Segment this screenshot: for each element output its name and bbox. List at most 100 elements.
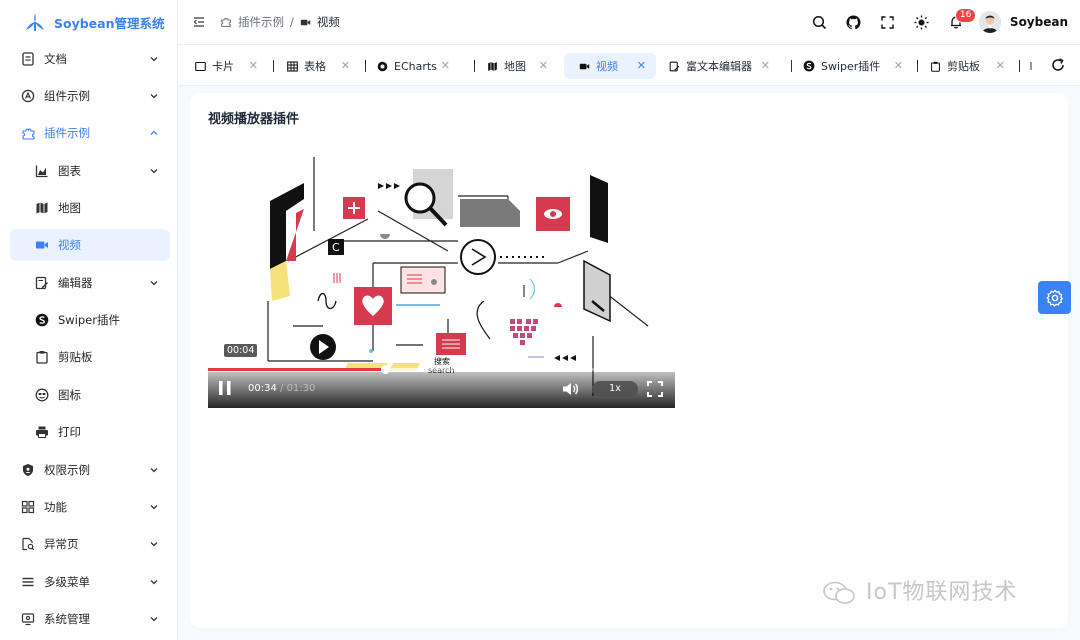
video-player[interactable]: C 搜索 search 00:04 00:34 / 01:30 1x xyxy=(208,151,675,408)
time-display: 00:34 / 01:30 xyxy=(248,383,315,394)
top-header: 插件示例 / 视频 16 Soybean xyxy=(178,0,1080,44)
sidebar-item-clipboard[interactable]: 剪贴板 xyxy=(10,341,170,373)
printer-icon xyxy=(34,424,50,440)
sidebar-item-label: 异常页 xyxy=(44,537,79,551)
sidebar-item-label: 打印 xyxy=(58,425,81,439)
sidebar-item-swiper[interactable]: Swiper插件 xyxy=(10,304,170,336)
soybean-logo-icon xyxy=(26,13,44,31)
tab-echarts[interactable]: ECharts ✕ xyxy=(362,53,460,79)
username[interactable]: Soybean xyxy=(1010,15,1068,29)
playback-speed-button[interactable]: 1x xyxy=(592,381,638,397)
tab-rich-text-editor[interactable]: 富文本编辑器 ✕ xyxy=(654,53,780,79)
grid-icon xyxy=(20,499,36,515)
edit-document-icon xyxy=(34,275,50,291)
wechat-icon xyxy=(823,581,855,604)
github-button[interactable] xyxy=(839,7,869,37)
fullscreen-player-button[interactable] xyxy=(647,381,663,397)
avatar[interactable] xyxy=(978,11,1001,33)
sidebar-item-components[interactable]: 组件示例 xyxy=(10,80,170,112)
chevron-down-icon xyxy=(150,94,158,99)
menu-lines-icon xyxy=(20,574,36,590)
chevron-down-icon xyxy=(150,468,158,473)
tab-close-button[interactable]: ✕ xyxy=(441,60,450,72)
tab-label: 地图 xyxy=(504,60,526,73)
sidebar-item-label: Swiper插件 xyxy=(58,313,121,327)
sidebar-item-label: 权限示例 xyxy=(44,463,90,477)
tab-close-button[interactable]: ✕ xyxy=(539,60,548,72)
sidebar-item-editor[interactable]: 编辑器 xyxy=(10,267,170,299)
fullscreen-icon xyxy=(881,15,895,29)
sidebar-item-charts[interactable]: 图表 xyxy=(10,155,170,187)
tab-close-button[interactable]: ✕ xyxy=(249,60,258,72)
emoji-icon xyxy=(34,387,50,403)
collapse-sidebar-button[interactable] xyxy=(184,7,214,37)
pause-button[interactable] xyxy=(218,380,232,396)
tab-map[interactable]: 地图 ✕ xyxy=(472,53,558,79)
swiper-logo-icon xyxy=(803,60,815,72)
sidebar-item-plugins[interactable]: 插件示例 xyxy=(10,117,170,149)
shield-icon xyxy=(20,462,36,478)
notifications-button[interactable]: 16 xyxy=(941,7,977,37)
sidebar-item-label: 插件示例 xyxy=(44,126,90,140)
sidebar-item-multi-menu[interactable]: 多级菜单 xyxy=(10,566,170,598)
clipboard-icon xyxy=(34,349,50,365)
scene-text-cn: 搜索 xyxy=(434,356,450,366)
echarts-icon xyxy=(376,60,388,72)
breadcrumb-separator: / xyxy=(290,15,294,29)
sidebar-item-label: 编辑器 xyxy=(58,276,93,290)
settings-drawer-button[interactable] xyxy=(1038,281,1071,314)
chevron-down-icon xyxy=(150,169,158,174)
volume-button[interactable] xyxy=(562,381,580,397)
monitor-settings-icon xyxy=(20,611,36,627)
progress-knob[interactable] xyxy=(381,365,391,374)
tab-table[interactable]: 表格 ✕ xyxy=(272,53,360,79)
tab-close-button[interactable]: ✕ xyxy=(341,60,350,72)
tab-label: 视频 xyxy=(596,60,618,73)
tab-swiper[interactable]: Swiper插件 ✕ xyxy=(789,53,913,79)
hover-time-tooltip: 00:04 xyxy=(224,344,258,357)
tab-label: 表格 xyxy=(304,60,326,73)
chevron-down-icon xyxy=(150,542,158,547)
watermark: IoT物联网技术 xyxy=(822,574,1017,606)
document-icon xyxy=(20,51,36,67)
sidebar-item-label: 视频 xyxy=(58,238,81,252)
played-bar xyxy=(208,368,386,371)
sidebar-item-system[interactable]: 系统管理 xyxy=(10,603,170,635)
sidebar-item-label: 图标 xyxy=(58,388,81,402)
tab-clipboard[interactable]: 剪贴板 ✕ xyxy=(915,53,1015,79)
breadcrumb-item[interactable]: 插件示例 xyxy=(238,14,284,30)
sidebar: Soybean管理系统 文档 组件示例 插件示例 图表 地图 视频 编辑器 Sw… xyxy=(0,0,178,640)
app-logo[interactable]: Soybean管理系统 xyxy=(0,0,177,44)
sidebar-item-map[interactable]: 地图 xyxy=(10,192,170,224)
tab-close-button[interactable]: ✕ xyxy=(761,60,770,72)
progress-track[interactable] xyxy=(208,365,675,374)
sidebar-item-exception[interactable]: 异常页 xyxy=(10,528,170,560)
theme-toggle-button[interactable] xyxy=(907,7,937,37)
tab-close-button[interactable]: ✕ xyxy=(637,60,646,72)
tab-close-button[interactable]: ✕ xyxy=(894,60,903,72)
area-chart-icon xyxy=(34,163,50,179)
puzzle-icon xyxy=(221,18,231,27)
tab-close-button[interactable]: ✕ xyxy=(996,60,1005,72)
tab-label: ECharts xyxy=(394,59,437,73)
sidebar-item-docs[interactable]: 文档 xyxy=(10,43,170,75)
gear-icon xyxy=(1045,289,1063,307)
search-button[interactable] xyxy=(805,7,835,37)
user-avatar-icon xyxy=(978,11,1001,33)
tab-card[interactable]: 卡片 ✕ xyxy=(180,53,268,79)
sidebar-item-permission[interactable]: 权限示例 xyxy=(10,454,170,486)
sidebar-item-functions[interactable]: 功能 xyxy=(10,491,170,523)
sidebar-item-icons[interactable]: 图标 xyxy=(10,379,170,411)
clipboard-icon xyxy=(929,60,941,72)
chevron-down-icon xyxy=(150,57,158,62)
svg-text:C: C xyxy=(332,241,340,254)
tab-video[interactable]: 视频 ✕ xyxy=(564,53,656,79)
page-title: 视频播放器插件 xyxy=(208,112,300,127)
sidebar-item-print[interactable]: 打印 xyxy=(10,416,170,448)
tab-label: 剪贴板 xyxy=(947,60,980,73)
fullscreen-button[interactable] xyxy=(873,7,903,37)
components-icon xyxy=(20,88,36,104)
sidebar-item-video[interactable]: 视频 xyxy=(10,229,170,261)
time-separator: / xyxy=(276,383,287,394)
reload-icon[interactable] xyxy=(1050,57,1066,73)
